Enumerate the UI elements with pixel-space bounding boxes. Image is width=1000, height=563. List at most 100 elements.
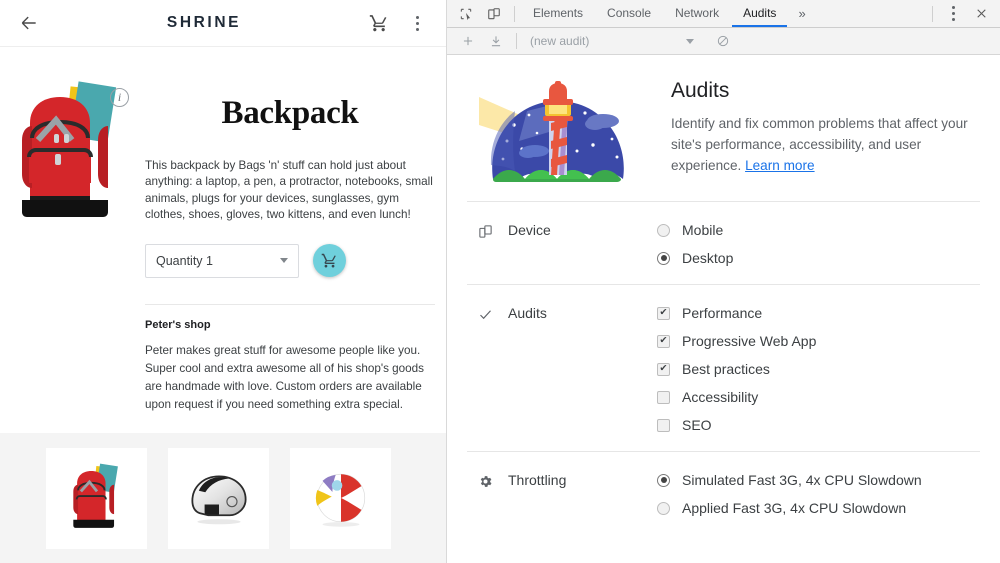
checkbox-indicator	[657, 390, 670, 404]
section-device-label: Device	[477, 222, 657, 266]
device-options: Mobile Desktop	[657, 222, 733, 266]
helmet-thumbnail[interactable]	[168, 447, 269, 549]
section-throttling-label: Throttling	[477, 472, 657, 516]
app-bar: SHRINE	[0, 0, 446, 47]
radio-indicator	[657, 251, 670, 265]
backpack-thumbnail[interactable]	[46, 447, 147, 549]
radio-indicator	[657, 501, 670, 515]
quantity-value: Quantity 1	[156, 253, 213, 268]
back-arrow-icon[interactable]	[12, 6, 46, 40]
settings-dots	[951, 6, 955, 21]
section-audits-label: Audits	[477, 305, 657, 433]
audit-name-label[interactable]: (new audit)	[524, 34, 684, 48]
quantity-select[interactable]: Quantity 1	[145, 243, 299, 278]
radio-desktop[interactable]: Desktop	[657, 250, 733, 266]
option-label: Desktop	[682, 250, 734, 266]
learn-more-link[interactable]: Learn more	[745, 158, 815, 173]
audits-options: Performance Progressive Web App Best pra…	[657, 305, 816, 433]
tab-label: Audits	[743, 5, 777, 20]
checkbox-progressive-web-app[interactable]: Progressive Web App	[657, 333, 816, 349]
audits-panel: Audits Identify and fix common problems …	[447, 55, 1000, 563]
shop-name: Peter's shop	[145, 318, 211, 331]
radio-simulated-throttling[interactable]: Simulated Fast 3G, 4x CPU Slowdown	[657, 472, 922, 488]
section-label-text: Throttling	[508, 472, 567, 488]
product-detail: Backpack This backpack by Bags 'n' stuff…	[145, 95, 435, 414]
close-icon[interactable]	[968, 2, 994, 26]
checkbox-seo[interactable]: SEO	[657, 417, 816, 433]
device-icon	[477, 223, 494, 240]
tab-elements[interactable]: Elements	[522, 0, 594, 27]
option-label: Simulated Fast 3G, 4x CPU Slowdown	[682, 472, 922, 488]
option-label: Best practices	[682, 361, 770, 377]
section-audits: Audits Performance Progressive Web App B…	[447, 285, 1000, 433]
checkbox-accessibility[interactable]: Accessibility	[657, 389, 816, 405]
page-title: SHRINE	[166, 14, 242, 31]
tab-console[interactable]: Console	[596, 0, 662, 27]
info-icon[interactable]: i	[110, 88, 129, 107]
option-label: Applied Fast 3G, 4x CPU Slowdown	[682, 500, 907, 516]
audit-toolbar-separator	[516, 33, 517, 49]
tab-label: Network	[675, 5, 720, 20]
checkbox-indicator	[657, 306, 670, 320]
overflow-dots	[415, 15, 419, 31]
audits-intro: Audits Identify and fix common problems …	[671, 79, 978, 183]
checkbox-indicator	[657, 362, 670, 376]
tab-audits[interactable]: Audits	[732, 0, 788, 27]
audits-header: Audits Identify and fix common problems …	[447, 55, 1000, 183]
add-icon[interactable]	[455, 29, 481, 53]
chevron-down-icon	[280, 258, 288, 264]
option-label: Accessibility	[682, 389, 759, 405]
radio-mobile[interactable]: Mobile	[657, 222, 733, 238]
toolbar-separator-right	[932, 5, 933, 22]
devtools-pane: Elements Console Network Audits » (new a…	[447, 0, 1000, 563]
product-description: This backpack by Bags 'n' stuff can hold…	[145, 159, 433, 222]
shrine-app-pane: SHRINE i Backpack This backpack by Bags …	[0, 0, 447, 563]
checkbox-indicator	[657, 334, 670, 348]
radio-indicator	[657, 223, 670, 237]
option-label: Performance	[682, 305, 763, 321]
checkbox-indicator	[657, 418, 670, 432]
radio-applied-throttling[interactable]: Applied Fast 3G, 4x CPU Slowdown	[657, 500, 922, 516]
section-divider	[145, 303, 435, 305]
radio-indicator	[657, 473, 670, 487]
app-bar-actions	[362, 6, 434, 40]
audits-panel-description: Identify and fix common problems that af…	[671, 113, 978, 176]
option-label: Progressive Web App	[682, 333, 817, 349]
beach-ball-thumbnail[interactable]	[290, 447, 391, 549]
option-label: Mobile	[682, 222, 724, 238]
tab-network[interactable]: Network	[664, 0, 730, 27]
tab-label: Console	[607, 5, 652, 20]
gear-icon	[477, 473, 494, 490]
product-name: Backpack	[221, 95, 359, 131]
shop-description: Peter makes great stuff for awesome peop…	[145, 343, 424, 411]
lighthouse-illustration	[467, 79, 649, 183]
shopping-cart-icon[interactable]	[362, 6, 396, 40]
tab-label: Elements	[533, 5, 584, 20]
clear-icon[interactable]	[710, 29, 736, 53]
overflow-menu-icon[interactable]	[400, 6, 434, 40]
toolbar-separator	[514, 5, 515, 22]
add-to-cart-button[interactable]	[313, 244, 346, 278]
checkbox-best-practices[interactable]: Best practices	[657, 361, 816, 377]
chevron-down-icon[interactable]	[686, 38, 694, 44]
download-icon[interactable]	[483, 29, 509, 53]
section-device: Device Mobile Desktop	[447, 202, 1000, 266]
section-label-text: Device	[508, 222, 551, 238]
throttling-options: Simulated Fast 3G, 4x CPU Slowdown Appli…	[657, 472, 922, 516]
audits-panel-title: Audits	[671, 79, 730, 102]
screen-root: SHRINE i Backpack This backpack by Bags …	[0, 0, 1000, 563]
checkbox-performance[interactable]: Performance	[657, 305, 816, 321]
device-toolbar-icon[interactable]	[481, 2, 507, 26]
option-label: SEO	[682, 417, 712, 433]
check-icon	[477, 306, 494, 323]
devtools-tabbar: Elements Console Network Audits »	[447, 0, 1000, 28]
quantity-row: Quantity 1	[145, 243, 435, 278]
audits-description-text: Identify and fix common problems that af…	[671, 116, 968, 173]
related-products	[0, 433, 446, 563]
more-tabs-button[interactable]: »	[789, 0, 814, 27]
settings-menu-icon[interactable]	[940, 2, 966, 26]
section-label-text: Audits	[508, 305, 547, 321]
inspect-element-icon[interactable]	[453, 2, 479, 26]
audits-toolbar: (new audit)	[447, 28, 1000, 55]
section-throttling: Throttling Simulated Fast 3G, 4x CPU Slo…	[447, 452, 1000, 516]
